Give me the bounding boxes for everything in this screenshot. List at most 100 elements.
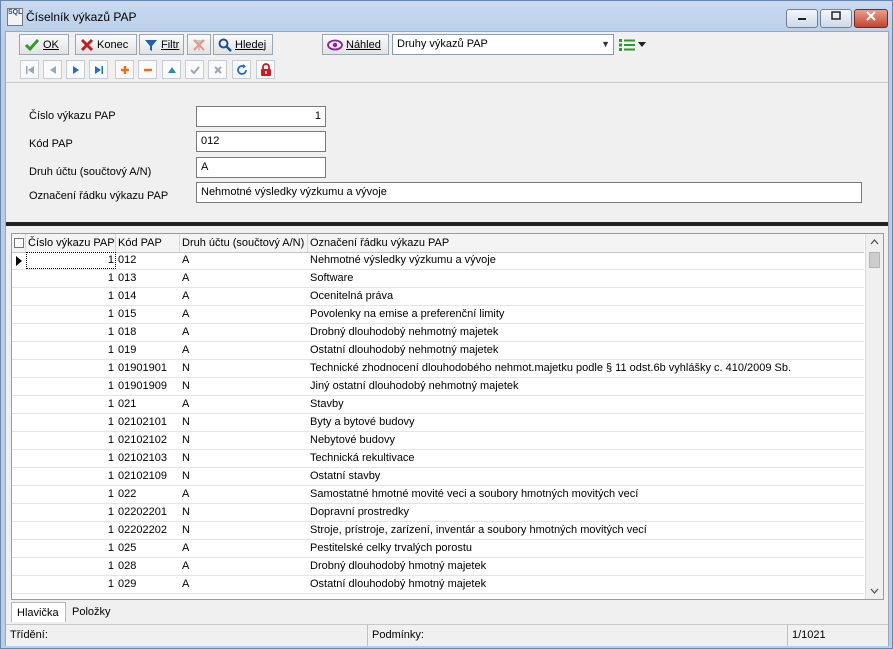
- minimize-button[interactable]: [786, 9, 818, 28]
- report-number-field[interactable]: 1: [196, 106, 326, 127]
- cell-account-type[interactable]: N: [180, 522, 308, 539]
- cell-account-type[interactable]: A: [180, 252, 308, 269]
- account-type-field[interactable]: A: [196, 157, 326, 178]
- table-row[interactable]: 1 013 A Software: [12, 270, 864, 288]
- last-record-button[interactable]: [89, 60, 108, 79]
- cell-row-description[interactable]: Technické zhodnocení dlouhodobého nehmot…: [308, 360, 864, 377]
- table-row[interactable]: 1 025 A Pestitelské celky trvalých porostu: [12, 540, 864, 558]
- cell-report-number[interactable]: 1: [26, 468, 116, 485]
- table-row[interactable]: 1 019 A Ostatní dlouhodobý nehmotný majetek: [12, 342, 864, 360]
- cell-row-description[interactable]: Dopravní prostredky: [308, 504, 864, 521]
- table-row[interactable]: 1 02202201 N Dopravní prostredky: [12, 504, 864, 522]
- cell-row-description[interactable]: Nebytové budovy: [308, 432, 864, 449]
- cell-pap-code[interactable]: 01901909: [116, 378, 180, 395]
- cell-pap-code[interactable]: 02102101: [116, 414, 180, 431]
- table-row[interactable]: 1 02102101 N Byty a bytové budovy: [12, 414, 864, 432]
- cell-account-type[interactable]: A: [180, 486, 308, 503]
- search-button[interactable]: Hledej: [213, 34, 273, 55]
- table-row[interactable]: 1 015 A Povolenky na emise a preferenční li…: [12, 306, 864, 324]
- cell-account-type[interactable]: A: [180, 540, 308, 557]
- table-row[interactable]: 1 018 A Drobný dlouhodobý nehmotný majetek: [12, 324, 864, 342]
- cell-report-number[interactable]: 1: [26, 288, 116, 305]
- cell-account-type[interactable]: N: [180, 468, 308, 485]
- cell-report-number[interactable]: 1: [26, 576, 116, 593]
- scrollbar-thumb[interactable]: [869, 252, 880, 268]
- cell-account-type[interactable]: A: [180, 324, 308, 341]
- clear-filter-button[interactable]: [187, 34, 211, 55]
- cell-account-type[interactable]: A: [180, 342, 308, 359]
- preview-button[interactable]: Náhled: [322, 34, 389, 55]
- cell-pap-code[interactable]: 022: [116, 486, 180, 503]
- refresh-button[interactable]: [232, 60, 251, 79]
- table-row[interactable]: 1 022 A Samostatné hmotné movité veci a sou…: [12, 486, 864, 504]
- table-row[interactable]: 1 021 A Stavby: [12, 396, 864, 414]
- cell-report-number[interactable]: 1: [26, 540, 116, 557]
- select-all-cell[interactable]: [12, 234, 26, 252]
- ok-button[interactable]: OK: [19, 34, 69, 55]
- table-row[interactable]: 1 014 A Ocenitelná práva: [12, 288, 864, 306]
- cell-account-type[interactable]: N: [180, 450, 308, 467]
- pap-code-field[interactable]: 012: [196, 131, 326, 152]
- cell-report-number[interactable]: 1: [26, 432, 116, 449]
- table-row[interactable]: 1 02102103 N Technická rekultivace: [12, 450, 864, 468]
- cell-pap-code[interactable]: 019: [116, 342, 180, 359]
- table-row[interactable]: 1 02102102 N Nebytové budovy: [12, 432, 864, 450]
- cell-row-description[interactable]: Byty a bytové budovy: [308, 414, 864, 431]
- first-record-button[interactable]: [20, 60, 39, 79]
- cell-row-description[interactable]: Stroje, prístroje, zarízení, inventár a …: [308, 522, 864, 539]
- cell-account-type[interactable]: A: [180, 288, 308, 305]
- table-row[interactable]: 1 01901901 N Technické zhodnocení dlouhodob…: [12, 360, 864, 378]
- cell-account-type[interactable]: N: [180, 504, 308, 521]
- edit-record-button[interactable]: [162, 60, 181, 79]
- column-header-report-number[interactable]: Číslo výkazu PAP: [26, 234, 116, 252]
- cell-account-type[interactable]: N: [180, 378, 308, 395]
- cell-row-description[interactable]: Drobný dlouhodobý nehmotný majetek: [308, 324, 864, 341]
- report-list-button[interactable]: [617, 34, 649, 55]
- column-header-row-description[interactable]: Označení řádku výkazu PAP: [308, 234, 864, 252]
- end-button[interactable]: Konec: [75, 34, 137, 55]
- cell-report-number[interactable]: 1: [26, 504, 116, 521]
- cell-pap-code[interactable]: 018: [116, 324, 180, 341]
- cell-row-description[interactable]: Stavby: [308, 396, 864, 413]
- cell-pap-code[interactable]: 02202202: [116, 522, 180, 539]
- cell-row-description[interactable]: Samostatné hmotné movité veci a soubory …: [308, 486, 864, 503]
- previous-record-button[interactable]: [43, 60, 62, 79]
- lock-button[interactable]: [256, 60, 275, 79]
- cell-account-type[interactable]: A: [180, 306, 308, 323]
- table-row[interactable]: 1 029 A Ostatní dlouhodobý hmotný majetek: [12, 576, 864, 594]
- cell-report-number[interactable]: 1: [26, 360, 116, 377]
- next-record-button[interactable]: [66, 60, 85, 79]
- table-row[interactable]: 1 028 A Drobný dlouhodobý hmotný majetek: [12, 558, 864, 576]
- cell-account-type[interactable]: N: [180, 360, 308, 377]
- tab-header[interactable]: Hlavička: [11, 602, 66, 622]
- grid-vertical-scrollbar[interactable]: [865, 234, 883, 599]
- cell-account-type[interactable]: A: [180, 576, 308, 593]
- cell-row-description[interactable]: Software: [308, 270, 864, 287]
- cell-report-number[interactable]: 1: [26, 450, 116, 467]
- cell-report-number[interactable]: 1: [26, 558, 116, 575]
- cell-row-description[interactable]: Ostatní dlouhodobý nehmotný majetek: [308, 342, 864, 359]
- cell-row-description[interactable]: Povolenky na emise a preferenční limity: [308, 306, 864, 323]
- cell-report-number[interactable]: 1: [26, 414, 116, 431]
- cell-account-type[interactable]: N: [180, 432, 308, 449]
- cell-pap-code[interactable]: 02102103: [116, 450, 180, 467]
- cell-row-description[interactable]: Ocenitelná práva: [308, 288, 864, 305]
- cell-pap-code[interactable]: 01901901: [116, 360, 180, 377]
- column-header-pap-code[interactable]: Kód PAP: [116, 234, 180, 252]
- filter-button[interactable]: Filtr: [139, 34, 184, 55]
- add-record-button[interactable]: [115, 60, 134, 79]
- tab-items[interactable]: Položky: [67, 602, 115, 622]
- cell-report-number[interactable]: 1: [26, 306, 116, 323]
- cell-account-type[interactable]: A: [180, 558, 308, 575]
- close-button[interactable]: [854, 9, 888, 28]
- row-description-field[interactable]: Nehmotné výsledky výzkumu a vývoje: [196, 182, 862, 203]
- maximize-button[interactable]: [820, 9, 852, 28]
- cell-account-type[interactable]: N: [180, 414, 308, 431]
- cell-row-description[interactable]: Drobný dlouhodobý hmotný majetek: [308, 558, 864, 575]
- table-row[interactable]: 1 02202202 N Stroje, prístroje, zarízení, i…: [12, 522, 864, 540]
- cell-pap-code[interactable]: 012: [116, 252, 180, 269]
- cell-pap-code[interactable]: 015: [116, 306, 180, 323]
- cell-pap-code[interactable]: 021: [116, 396, 180, 413]
- delete-record-button[interactable]: [138, 60, 157, 79]
- cell-row-description[interactable]: Technická rekultivace: [308, 450, 864, 467]
